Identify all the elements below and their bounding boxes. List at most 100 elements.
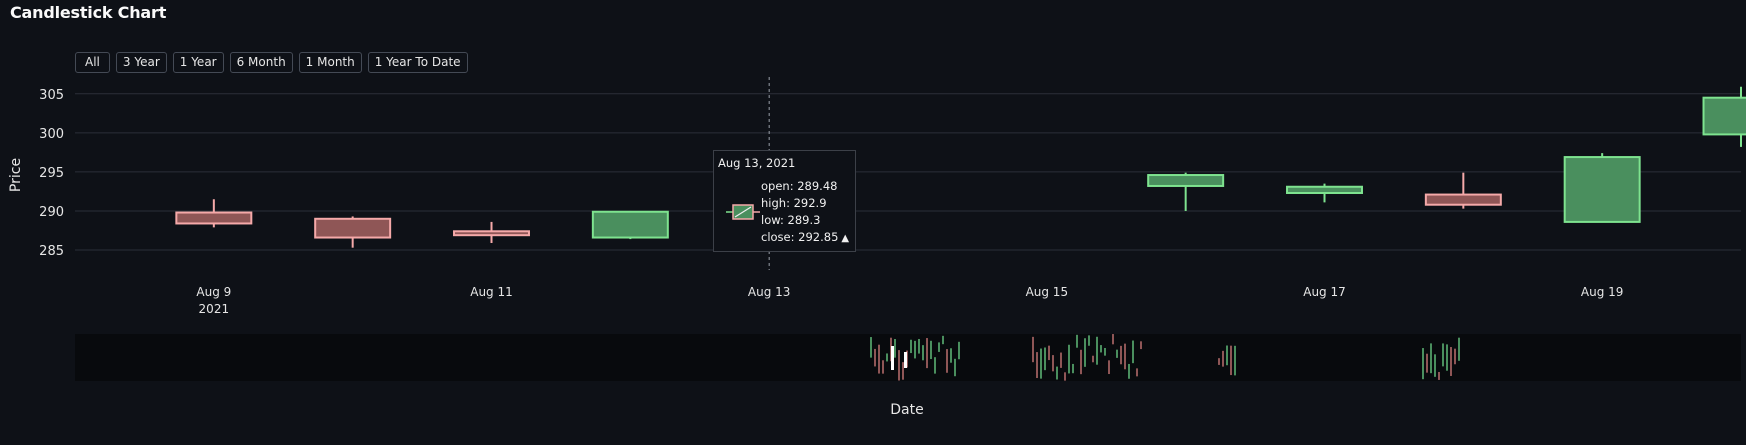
range-slider-mark bbox=[1430, 343, 1432, 374]
range-slider-mark bbox=[1218, 358, 1220, 365]
y-axis-title: Price bbox=[8, 158, 24, 192]
range-slider-mark bbox=[1434, 354, 1436, 377]
range-slider-mark bbox=[914, 340, 916, 359]
tooltip-date: Aug 13, 2021 bbox=[718, 156, 796, 170]
range-slider-mark bbox=[1234, 345, 1236, 376]
range-slider-mark bbox=[934, 357, 936, 374]
range-slider-mark bbox=[1064, 372, 1066, 381]
range-slider-mark bbox=[1132, 340, 1134, 364]
range-slider-mark bbox=[1454, 348, 1456, 365]
range-slider-mark bbox=[1446, 344, 1448, 371]
range-slider-mark bbox=[1450, 347, 1452, 376]
tooltip-candle-swatch-icon bbox=[726, 204, 760, 220]
range-slider-mark bbox=[1100, 345, 1102, 353]
y-tick-label: 290 bbox=[39, 205, 64, 220]
x-tick-label: Aug 9 bbox=[196, 285, 231, 299]
range-slider-mark bbox=[1104, 347, 1106, 356]
x-tick-sublabel: 2021 bbox=[199, 302, 230, 316]
tooltip-open: open: 289.48 bbox=[761, 179, 838, 193]
range-slider-mark bbox=[1068, 344, 1070, 374]
range-slider-mark bbox=[894, 338, 896, 358]
range-slider-mark bbox=[1108, 360, 1110, 375]
range-slider-mark bbox=[922, 345, 924, 361]
range-slider-mark bbox=[1226, 345, 1228, 366]
candle-body bbox=[1563, 156, 1641, 223]
range-slider-mark bbox=[938, 342, 940, 352]
candle-increasing bbox=[591, 210, 669, 240]
range-slider-mark bbox=[946, 349, 948, 373]
range-slider-mark bbox=[1120, 345, 1122, 365]
x-tick-label: Aug 19 bbox=[1581, 285, 1624, 299]
range-slider[interactable] bbox=[75, 334, 1741, 381]
range-slider-mark bbox=[954, 358, 956, 377]
y-tick-label: 305 bbox=[39, 88, 64, 103]
candle-increasing bbox=[1147, 172, 1225, 211]
candle-body bbox=[314, 217, 392, 239]
range-slider-mark bbox=[1052, 355, 1054, 372]
range-slider-mark bbox=[1048, 345, 1050, 361]
range-slider-mark bbox=[1088, 335, 1090, 346]
range-slider-mark bbox=[918, 338, 920, 354]
x-tick-label: Aug 11 bbox=[470, 285, 513, 299]
range-slider-mark bbox=[910, 339, 912, 354]
range-slider-mark bbox=[1060, 352, 1062, 368]
candle-decreasing bbox=[314, 216, 392, 248]
candle-body bbox=[453, 230, 530, 237]
range-slider-mark bbox=[1092, 355, 1094, 363]
range-slider-mark bbox=[1136, 368, 1138, 377]
range-slider-mark bbox=[1222, 350, 1224, 367]
x-tick-label: Aug 15 bbox=[1026, 285, 1069, 299]
range-slider-mark bbox=[1096, 336, 1098, 365]
range-slider-mark bbox=[1036, 352, 1038, 379]
tooltip-close: close: 292.85 ▲ bbox=[761, 230, 850, 244]
range-slider-mark bbox=[1072, 363, 1074, 374]
range-slider-mark bbox=[950, 348, 952, 363]
candle-increasing bbox=[1563, 153, 1641, 223]
candle-decreasing bbox=[453, 221, 530, 243]
range-slider-mark bbox=[886, 353, 888, 362]
range-slider-mark bbox=[902, 362, 904, 380]
candle-decreasing bbox=[1424, 172, 1502, 209]
candles bbox=[175, 86, 1746, 248]
chart-page: Candlestick Chart All 3 Year 1 Year 6 Mo… bbox=[0, 0, 1746, 445]
range-slider-mark bbox=[1140, 341, 1142, 350]
range-slider-mark bbox=[1230, 345, 1232, 376]
range-slider-mark bbox=[878, 344, 880, 374]
range-slider-mark bbox=[1426, 353, 1428, 373]
x-tick-label: Aug 17 bbox=[1303, 285, 1346, 299]
x-tick-label: Aug 13 bbox=[748, 285, 791, 299]
tooltip-high: high: 292.9 bbox=[761, 196, 827, 210]
range-slider-mark bbox=[1080, 349, 1082, 375]
range-slider-mark bbox=[1442, 343, 1444, 367]
range-slider-mark bbox=[1032, 336, 1034, 363]
x-axis-title: Date bbox=[890, 402, 923, 418]
range-slider-mark bbox=[1056, 366, 1058, 380]
range-slider-mark bbox=[874, 348, 876, 367]
range-slider-handle-left bbox=[891, 346, 894, 370]
range-slider-mark bbox=[870, 337, 872, 358]
range-slider-mark bbox=[882, 360, 884, 374]
range-slider-mark bbox=[942, 335, 944, 345]
range-slider-mark bbox=[1422, 348, 1424, 380]
range-slider-mark bbox=[1112, 334, 1114, 345]
candle-decreasing bbox=[175, 199, 253, 228]
range-slider-handle-right bbox=[904, 352, 907, 368]
candle-body bbox=[175, 211, 253, 225]
y-tick-label: 300 bbox=[39, 127, 64, 142]
range-slider-mark bbox=[930, 340, 932, 360]
candle-body bbox=[591, 210, 669, 239]
candle-body bbox=[1702, 96, 1746, 136]
range-slider-mark bbox=[1124, 343, 1126, 370]
candle-body bbox=[1286, 185, 1363, 194]
triangle-up-icon: ▲ bbox=[841, 233, 850, 244]
tooltip-low: low: 289.3 bbox=[761, 213, 821, 227]
range-slider-mark bbox=[1458, 337, 1460, 361]
y-tick-label: 285 bbox=[39, 244, 64, 259]
range-slider-mark bbox=[1040, 348, 1042, 379]
range-slider-mark bbox=[1084, 338, 1086, 367]
y-tick-label: 295 bbox=[39, 166, 64, 181]
candle-body bbox=[1424, 193, 1502, 206]
range-slider-mark bbox=[1128, 363, 1130, 379]
range-slider-mark bbox=[898, 350, 900, 381]
candlestick-chart[interactable]: 285 290 295 300 305 Aug 9 2021 Aug 11 Aug 13 Aug … bbox=[0, 0, 1746, 445]
